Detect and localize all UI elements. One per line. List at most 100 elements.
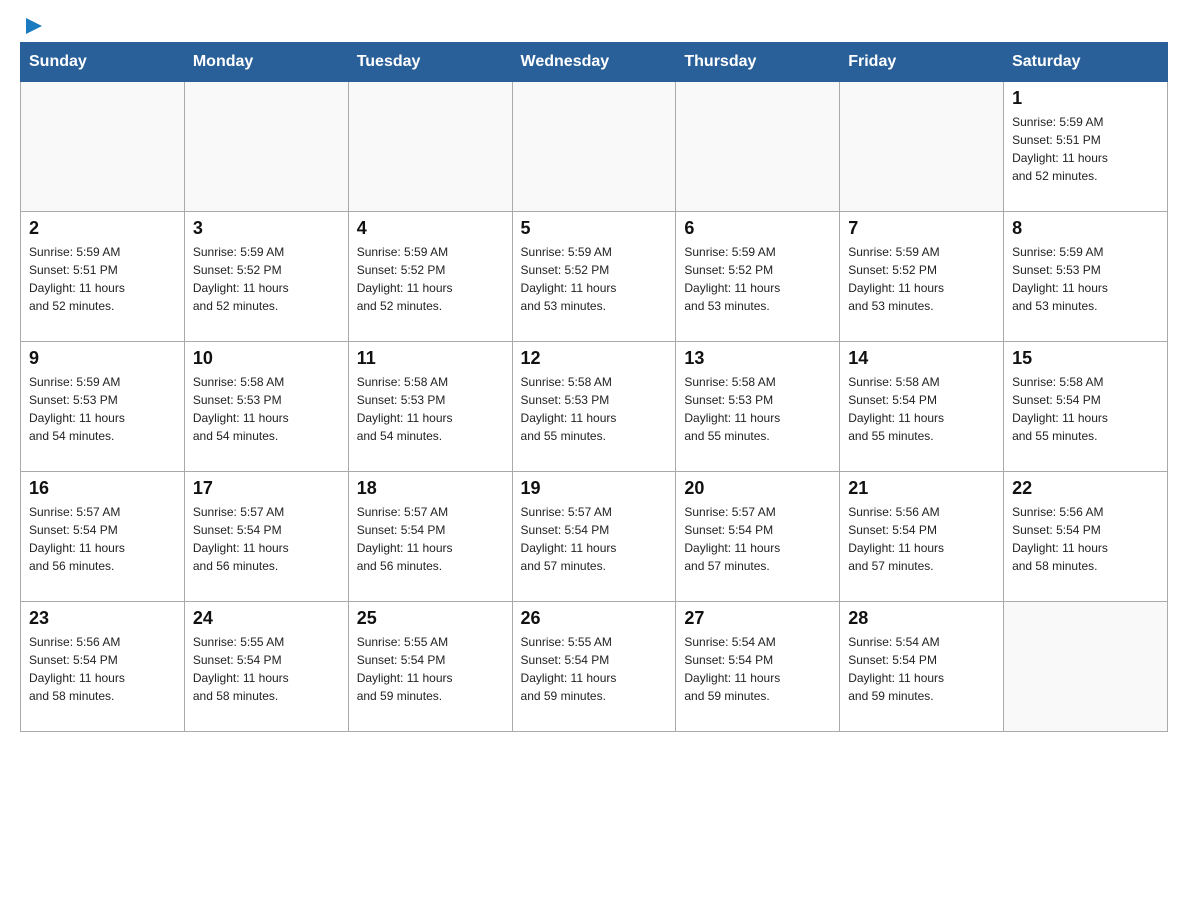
day-number: 18: [357, 478, 504, 499]
day-info: Sunrise: 5:55 AM Sunset: 5:54 PM Dayligh…: [357, 633, 504, 705]
calendar-week-row: 1Sunrise: 5:59 AM Sunset: 5:51 PM Daylig…: [21, 82, 1168, 212]
day-info: Sunrise: 5:54 AM Sunset: 5:54 PM Dayligh…: [684, 633, 831, 705]
day-number: 11: [357, 348, 504, 369]
day-info: Sunrise: 5:59 AM Sunset: 5:52 PM Dayligh…: [848, 243, 995, 315]
calendar-day-cell: 25 Sunrise: 5:55 AM Sunset: 5:54 PM Dayli…: [348, 602, 512, 732]
day-info: Sunrise: 5:54 AM Sunset: 5:54 PM Dayligh…: [848, 633, 995, 705]
calendar-day-cell: 5 Sunrise: 5:59 AM Sunset: 5:52 PM Daylig…: [512, 212, 676, 342]
day-number: 1: [1012, 88, 1159, 109]
day-header-wednesday: Wednesday: [512, 43, 676, 82]
day-number: 3: [193, 218, 340, 239]
day-info: Sunrise: 5:58 AM Sunset: 5:54 PM Dayligh…: [848, 373, 995, 445]
calendar-week-row: 9 Sunrise: 5:59 AM Sunset: 5:53 PM Daylig…: [21, 342, 1168, 472]
day-info: Sunrise: 5:57 AM Sunset: 5:54 PM Dayligh…: [684, 503, 831, 575]
calendar-day-cell: 24 Sunrise: 5:55 AM Sunset: 5:54 PM Dayli…: [184, 602, 348, 732]
day-info: Sunrise: 5:58 AM Sunset: 5:53 PM Dayligh…: [684, 373, 831, 445]
day-number: 7: [848, 218, 995, 239]
calendar-day-cell: 11 Sunrise: 5:58 AM Sunset: 5:53 PM Dayli…: [348, 342, 512, 472]
day-info: Sunrise: 5:57 AM Sunset: 5:54 PM Dayligh…: [357, 503, 504, 575]
calendar-day-cell: [348, 82, 512, 212]
calendar-day-cell: 8 Sunrise: 5:59 AM Sunset: 5:53 PM Daylig…: [1004, 212, 1168, 342]
calendar-day-cell: 3 Sunrise: 5:59 AM Sunset: 5:52 PM Daylig…: [184, 212, 348, 342]
day-number: 20: [684, 478, 831, 499]
calendar-day-cell: 10 Sunrise: 5:58 AM Sunset: 5:53 PM Dayli…: [184, 342, 348, 472]
day-info: Sunrise: 5:55 AM Sunset: 5:54 PM Dayligh…: [521, 633, 668, 705]
calendar-day-cell: 16 Sunrise: 5:57 AM Sunset: 5:54 PM Dayli…: [21, 472, 185, 602]
calendar-day-cell: 2 Sunrise: 5:59 AM Sunset: 5:51 PM Daylig…: [21, 212, 185, 342]
day-header-thursday: Thursday: [676, 43, 840, 82]
day-number: 10: [193, 348, 340, 369]
page-header: [20, 20, 1168, 32]
day-info: Sunrise: 5:59 AM Sunset: 5:51 PM Dayligh…: [29, 243, 176, 315]
day-number: 13: [684, 348, 831, 369]
day-header-sunday: Sunday: [21, 43, 185, 82]
day-info: Sunrise: 5:57 AM Sunset: 5:54 PM Dayligh…: [29, 503, 176, 575]
day-header-friday: Friday: [840, 43, 1004, 82]
day-number: 4: [357, 218, 504, 239]
day-number: 26: [521, 608, 668, 629]
calendar-day-cell: 22 Sunrise: 5:56 AM Sunset: 5:54 PM Dayli…: [1004, 472, 1168, 602]
day-number: 22: [1012, 478, 1159, 499]
calendar-day-cell: 7 Sunrise: 5:59 AM Sunset: 5:52 PM Daylig…: [840, 212, 1004, 342]
calendar-day-cell: [512, 82, 676, 212]
calendar-week-row: 16 Sunrise: 5:57 AM Sunset: 5:54 PM Dayli…: [21, 472, 1168, 602]
calendar-day-cell: 4 Sunrise: 5:59 AM Sunset: 5:52 PM Daylig…: [348, 212, 512, 342]
logo-flag-icon: [22, 16, 44, 38]
day-number: 8: [1012, 218, 1159, 239]
calendar-day-cell: 20 Sunrise: 5:57 AM Sunset: 5:54 PM Dayli…: [676, 472, 840, 602]
day-info: Sunrise: 5:58 AM Sunset: 5:53 PM Dayligh…: [521, 373, 668, 445]
day-info: Sunrise: 5:56 AM Sunset: 5:54 PM Dayligh…: [1012, 503, 1159, 575]
calendar-day-cell: [1004, 602, 1168, 732]
calendar-week-row: 2 Sunrise: 5:59 AM Sunset: 5:51 PM Daylig…: [21, 212, 1168, 342]
day-info: Sunrise: 5:58 AM Sunset: 5:53 PM Dayligh…: [357, 373, 504, 445]
logo: [20, 20, 44, 32]
calendar-week-row: 23 Sunrise: 5:56 AM Sunset: 5:54 PM Dayli…: [21, 602, 1168, 732]
day-number: 12: [521, 348, 668, 369]
day-number: 5: [521, 218, 668, 239]
calendar-day-cell: 17 Sunrise: 5:57 AM Sunset: 5:54 PM Dayli…: [184, 472, 348, 602]
calendar-day-cell: [184, 82, 348, 212]
day-info: Sunrise: 5:59 AM Sunset: 5:52 PM Dayligh…: [193, 243, 340, 315]
calendar-day-cell: 27 Sunrise: 5:54 AM Sunset: 5:54 PM Dayli…: [676, 602, 840, 732]
calendar-day-cell: [21, 82, 185, 212]
calendar-day-cell: 28 Sunrise: 5:54 AM Sunset: 5:54 PM Dayli…: [840, 602, 1004, 732]
day-info: Sunrise: 5:56 AM Sunset: 5:54 PM Dayligh…: [848, 503, 995, 575]
day-number: 25: [357, 608, 504, 629]
day-number: 15: [1012, 348, 1159, 369]
calendar-day-cell: [840, 82, 1004, 212]
day-info: Sunrise: 5:58 AM Sunset: 5:54 PM Dayligh…: [1012, 373, 1159, 445]
day-number: 9: [29, 348, 176, 369]
calendar-day-cell: 18 Sunrise: 5:57 AM Sunset: 5:54 PM Dayli…: [348, 472, 512, 602]
calendar-day-cell: 14 Sunrise: 5:58 AM Sunset: 5:54 PM Dayli…: [840, 342, 1004, 472]
day-number: 21: [848, 478, 995, 499]
calendar-day-cell: 12 Sunrise: 5:58 AM Sunset: 5:53 PM Dayli…: [512, 342, 676, 472]
calendar-day-cell: 1Sunrise: 5:59 AM Sunset: 5:51 PM Daylig…: [1004, 82, 1168, 212]
day-info: Sunrise: 5:59 AM Sunset: 5:53 PM Dayligh…: [1012, 243, 1159, 315]
day-info: Sunrise: 5:59 AM Sunset: 5:52 PM Dayligh…: [357, 243, 504, 315]
day-header-monday: Monday: [184, 43, 348, 82]
day-number: 17: [193, 478, 340, 499]
day-info: Sunrise: 5:58 AM Sunset: 5:53 PM Dayligh…: [193, 373, 340, 445]
calendar-day-cell: 26 Sunrise: 5:55 AM Sunset: 5:54 PM Dayli…: [512, 602, 676, 732]
day-number: 24: [193, 608, 340, 629]
day-number: 14: [848, 348, 995, 369]
day-number: 23: [29, 608, 176, 629]
day-info: Sunrise: 5:57 AM Sunset: 5:54 PM Dayligh…: [193, 503, 340, 575]
day-info: Sunrise: 5:59 AM Sunset: 5:52 PM Dayligh…: [521, 243, 668, 315]
day-number: 2: [29, 218, 176, 239]
day-info: Sunrise: 5:59 AM Sunset: 5:53 PM Dayligh…: [29, 373, 176, 445]
day-number: 16: [29, 478, 176, 499]
day-number: 6: [684, 218, 831, 239]
day-info: Sunrise: 5:55 AM Sunset: 5:54 PM Dayligh…: [193, 633, 340, 705]
calendar-day-cell: 13 Sunrise: 5:58 AM Sunset: 5:53 PM Dayli…: [676, 342, 840, 472]
day-number: 27: [684, 608, 831, 629]
day-header-tuesday: Tuesday: [348, 43, 512, 82]
day-info: Sunrise: 5:59 AM Sunset: 5:52 PM Dayligh…: [684, 243, 831, 315]
day-header-saturday: Saturday: [1004, 43, 1168, 82]
day-info: Sunrise: 5:56 AM Sunset: 5:54 PM Dayligh…: [29, 633, 176, 705]
calendar-day-cell: 21 Sunrise: 5:56 AM Sunset: 5:54 PM Dayli…: [840, 472, 1004, 602]
calendar-day-cell: 9 Sunrise: 5:59 AM Sunset: 5:53 PM Daylig…: [21, 342, 185, 472]
calendar-day-cell: [676, 82, 840, 212]
calendar-day-cell: 19Sunrise: 5:57 AM Sunset: 5:54 PM Dayli…: [512, 472, 676, 602]
day-number: 28: [848, 608, 995, 629]
